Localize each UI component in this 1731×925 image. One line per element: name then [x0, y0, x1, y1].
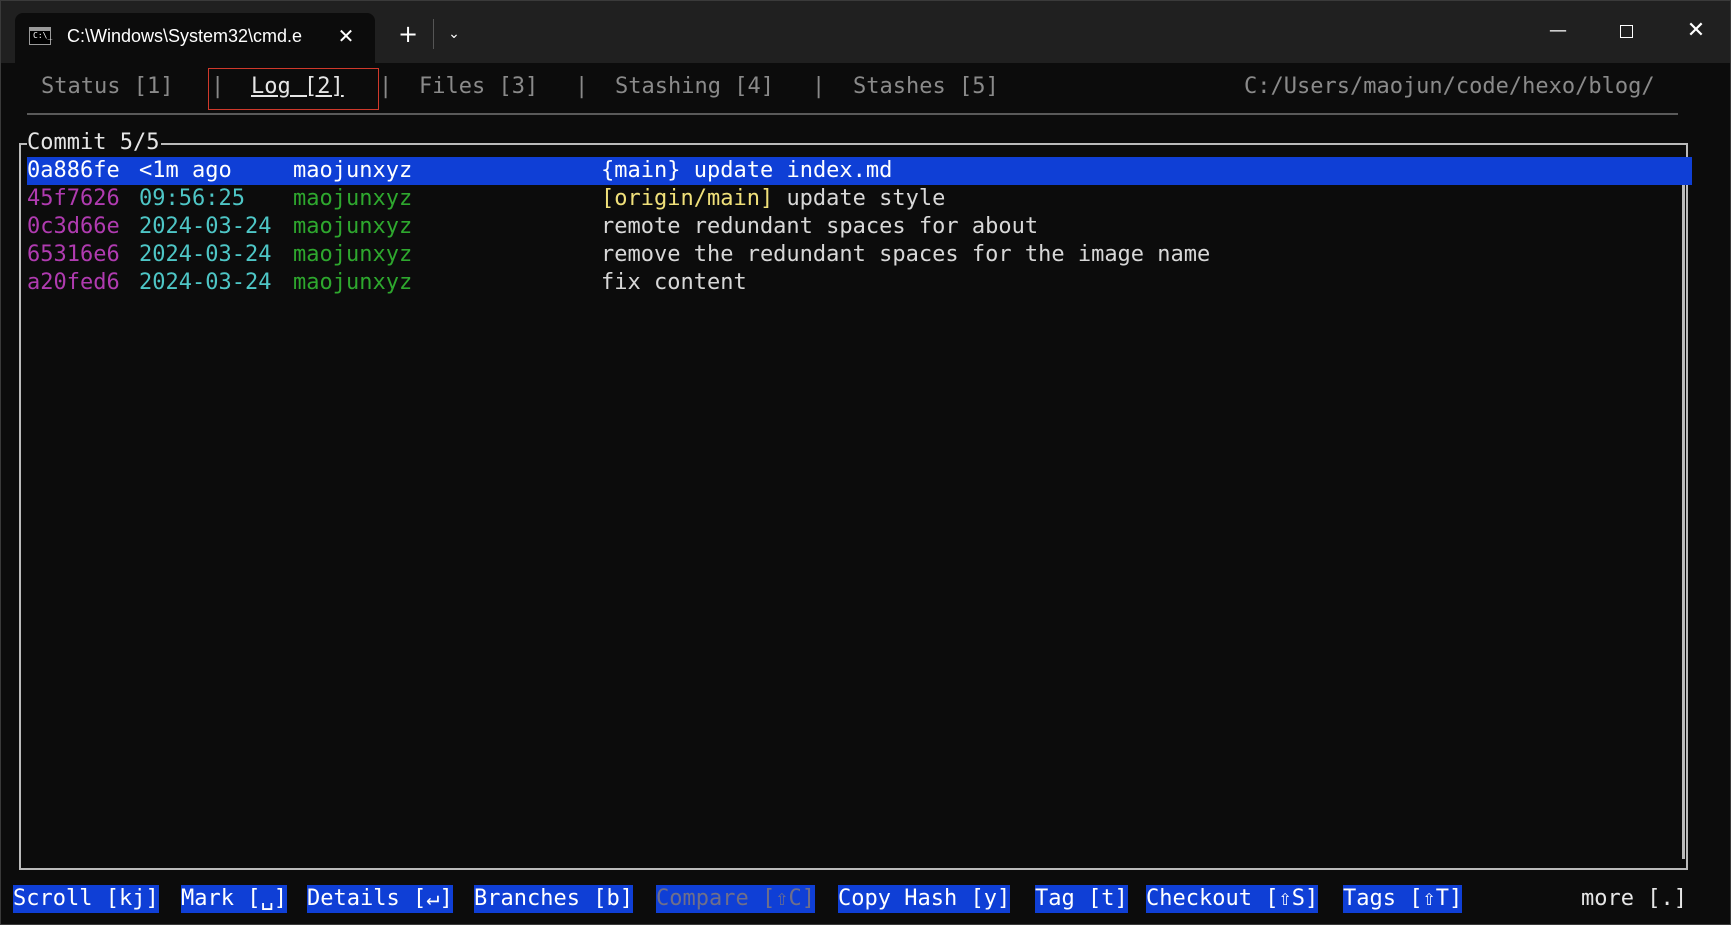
commit-author: maojunxyz	[293, 242, 413, 267]
commit-message: [origin/main] update style	[601, 185, 945, 213]
key-more[interactable]: more [.]	[1581, 885, 1687, 913]
chevron-down-icon[interactable]: ⌄	[441, 21, 467, 47]
commit-hash: 0c3d66e	[27, 214, 120, 239]
close-tab-icon[interactable]: ✕	[333, 23, 359, 49]
commit-message: {main} update index.md	[601, 157, 892, 185]
nav-tab-stashes[interactable]: Stashes [5]	[853, 73, 999, 101]
cmd-icon-text: C:\_	[33, 31, 53, 40]
commit-row[interactable]: 0c3d66e 2024-03-24 maojunxyz remote redu…	[27, 213, 1692, 241]
key-checkout[interactable]: Checkout [⇧S]	[1146, 885, 1319, 913]
key-scroll[interactable]: Scroll [kj]	[13, 885, 159, 913]
new-tab-icon[interactable]: +	[395, 21, 421, 47]
nav-separator: |	[575, 74, 589, 99]
nav-tab-stashing[interactable]: Stashing [4]	[615, 73, 774, 101]
key-mark[interactable]: Mark [␣]	[181, 885, 287, 913]
key-details[interactable]: Details [↵]	[307, 885, 453, 913]
close-window-icon[interactable]: ✕	[1676, 13, 1716, 49]
commit-list-title: Commit 5/5	[27, 129, 162, 157]
tab-title: C:\Windows\System32\cmd.e	[67, 26, 303, 46]
key-copy-hash[interactable]: Copy Hash [y]	[838, 885, 1011, 913]
commit-row[interactable]: 0a886fe <1m ago maojunxyz {main} update …	[27, 157, 1692, 185]
commit-ref: [origin/main]	[601, 186, 774, 211]
commit-hash: 65316e6	[27, 242, 120, 267]
commit-ref: {main}	[601, 158, 681, 183]
commit-hash: 0a886fe	[27, 158, 120, 183]
commit-subject: update index.md	[693, 158, 893, 183]
maximize-icon[interactable]	[1606, 13, 1646, 49]
commit-author: maojunxyz	[293, 214, 413, 239]
nav-separator: |	[379, 74, 393, 99]
commit-row[interactable]: a20fed6 2024-03-24 maojunxyz fix content	[27, 269, 1692, 297]
commit-hash: a20fed6	[27, 270, 120, 295]
nav-tab-status[interactable]: Status [1]	[41, 73, 173, 101]
commit-date: 2024-03-24	[139, 242, 272, 267]
tab-divider	[433, 19, 434, 49]
commit-subject: update style	[786, 186, 946, 211]
commit-date: 2024-03-24	[139, 214, 272, 239]
key-tag[interactable]: Tag [t]	[1035, 885, 1128, 913]
title-bar: C:\_ C:\Windows\System32\cmd.e ✕ + ⌄ — ✕	[1, 1, 1730, 63]
nav-separator: |	[812, 74, 826, 99]
key-branches[interactable]: Branches [b]	[474, 885, 633, 913]
header-divider	[27, 113, 1678, 115]
commit-author: maojunxyz	[293, 270, 413, 295]
minimize-icon[interactable]: —	[1538, 13, 1578, 49]
terminal-tab[interactable]: C:\_ C:\Windows\System32\cmd.e ✕	[15, 13, 375, 63]
commit-date: <1m ago	[139, 158, 232, 183]
active-tab-highlight	[208, 68, 379, 110]
commit-message: fix content	[601, 270, 747, 295]
nav-tab-files[interactable]: Files [3]	[419, 73, 538, 101]
commit-message: remove the redundant spaces for the imag…	[601, 242, 1211, 267]
commit-row[interactable]: 45f7626 09:56:25 maojunxyz [origin/main]…	[27, 185, 1692, 213]
cmd-icon: C:\_	[29, 27, 53, 45]
commit-date: 09:56:25	[139, 186, 245, 211]
commit-author: maojunxyz	[293, 186, 413, 211]
commit-hash: 45f7626	[27, 186, 120, 211]
commit-date: 2024-03-24	[139, 270, 272, 295]
commit-row[interactable]: 65316e6 2024-03-24 maojunxyz remove the …	[27, 241, 1692, 269]
commit-message: remote redundant spaces for about	[601, 214, 1039, 239]
commit-author: maojunxyz	[293, 158, 413, 183]
terminal-window: C:\_ C:\Windows\System32\cmd.e ✕ + ⌄ — ✕…	[0, 0, 1731, 925]
key-compare: Compare [⇧C]	[656, 885, 815, 913]
repo-path: C:/Users/maojun/code/hexo/blog/	[1244, 74, 1655, 99]
key-tags[interactable]: Tags [⇧T]	[1343, 885, 1463, 913]
